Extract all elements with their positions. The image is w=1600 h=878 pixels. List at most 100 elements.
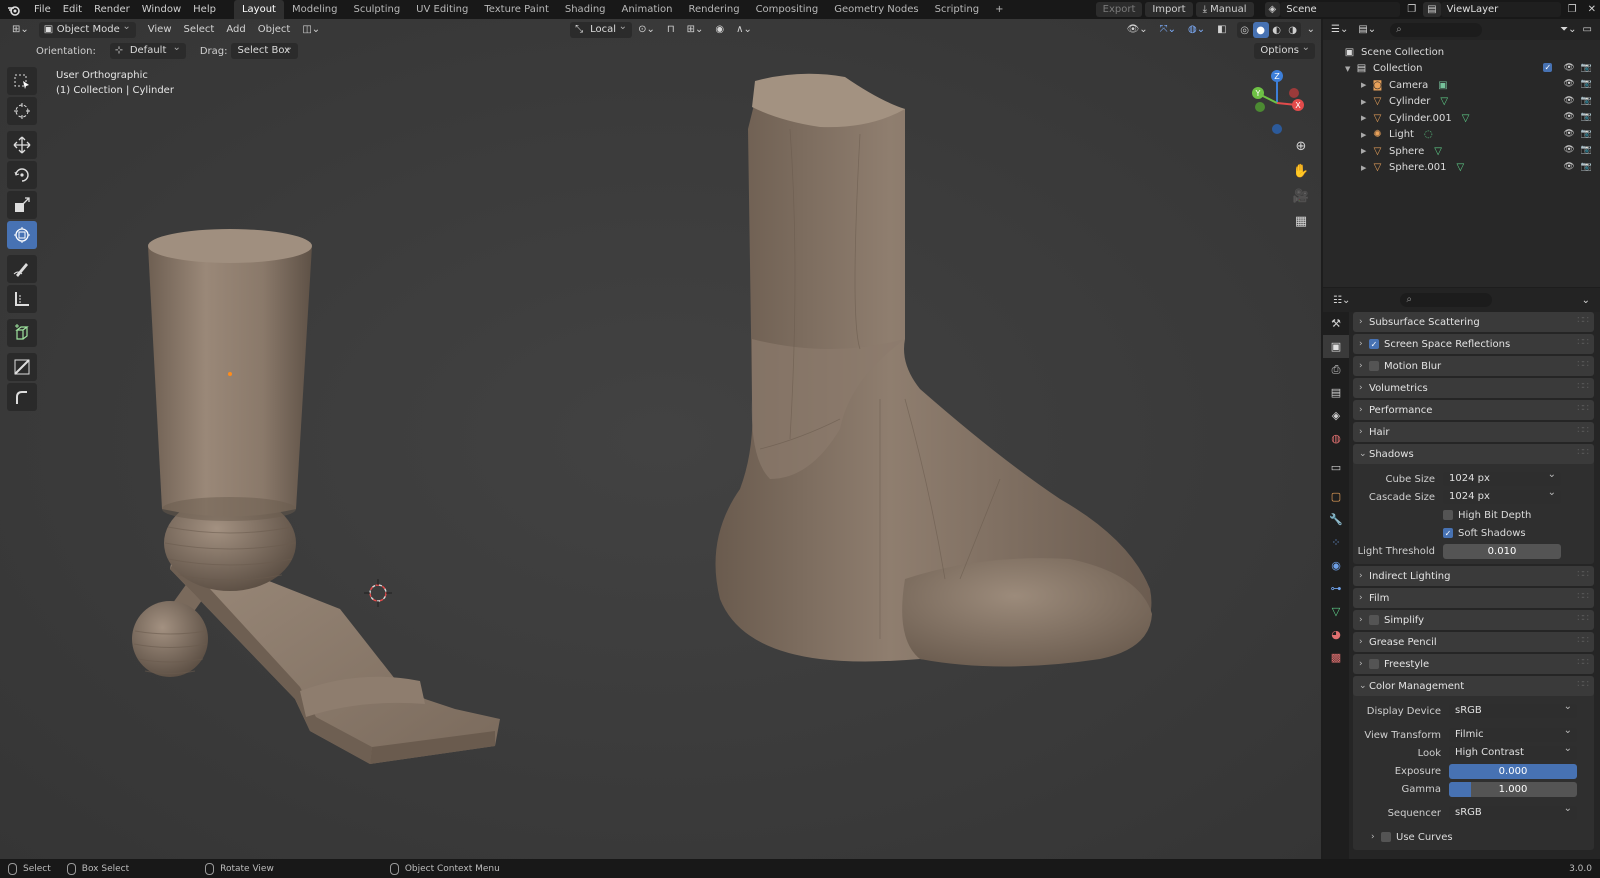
- panel-options-icon[interactable]: ⌄: [1582, 295, 1590, 306]
- export-button[interactable]: Export: [1096, 2, 1143, 17]
- panel-volumetrics[interactable]: › Volumetrics ∷∷: [1353, 378, 1594, 398]
- light-threshold-field[interactable]: 0.010: [1443, 544, 1561, 559]
- panel-film[interactable]: › Film ∷∷: [1353, 588, 1594, 608]
- bend-tool[interactable]: [7, 383, 37, 411]
- outliner-search-input[interactable]: ⌕: [1390, 23, 1482, 37]
- expand-arrow-icon[interactable]: ▶: [1361, 114, 1371, 122]
- physics-tab-icon[interactable]: ◉: [1323, 554, 1349, 577]
- view-layer-tab-icon[interactable]: ▤: [1323, 381, 1349, 404]
- expand-arrow-icon[interactable]: ▶: [1361, 164, 1371, 172]
- render-camera-icon[interactable]: 📷: [1581, 162, 1592, 172]
- pan-hand-icon[interactable]: ✋: [1289, 159, 1313, 183]
- drag-grip-icon[interactable]: ∷∷: [1577, 679, 1588, 690]
- data-tab-icon[interactable]: ▽: [1323, 600, 1349, 623]
- render-tab-icon[interactable]: ▣: [1323, 335, 1349, 358]
- output-tab-icon[interactable]: ⎙: [1323, 358, 1349, 381]
- tab-modeling[interactable]: Modeling: [284, 0, 346, 19]
- tab-animation[interactable]: Animation: [614, 0, 681, 19]
- eye-icon[interactable]: 👁: [1563, 129, 1574, 139]
- pivot-point-icon[interactable]: ⊙⌄: [632, 22, 661, 38]
- menu-help[interactable]: Help: [187, 0, 222, 19]
- display-mode-icon[interactable]: ▤⌄: [1358, 24, 1376, 35]
- outliner-editor-icon[interactable]: ☰⌄: [1331, 24, 1348, 35]
- modifier-tab-icon[interactable]: 🔧: [1323, 508, 1349, 531]
- filter-icon[interactable]: ⏷⌄: [1560, 24, 1576, 35]
- menu-render[interactable]: Render: [88, 0, 136, 19]
- navigation-gizmo[interactable]: Z X Y: [1246, 67, 1308, 137]
- view-layer-icon[interactable]: ▤: [1423, 2, 1440, 17]
- eye-icon[interactable]: 👁: [1563, 162, 1574, 172]
- tab-uv-editing[interactable]: UV Editing: [408, 0, 476, 19]
- display-device-dropdown[interactable]: sRGB: [1449, 704, 1577, 718]
- texture-tab-icon[interactable]: ▩: [1323, 646, 1349, 669]
- rendered-shading-icon[interactable]: ◑: [1285, 22, 1301, 38]
- freestyle-checkbox[interactable]: [1369, 659, 1379, 669]
- gamma-slider[interactable]: 1.000: [1449, 782, 1577, 797]
- scene-tab-icon[interactable]: ◈: [1323, 404, 1349, 427]
- prosthetic-model[interactable]: [132, 229, 500, 764]
- transform-tool[interactable]: [7, 221, 37, 249]
- visibility-icon[interactable]: 👁⌄: [1121, 22, 1154, 38]
- transform-orientation-dropdown[interactable]: ⤡ Local: [570, 22, 632, 38]
- measure-tool[interactable]: [7, 285, 37, 313]
- view-layer-field[interactable]: ViewLayer: [1441, 2, 1561, 17]
- panel-indirect-lighting[interactable]: › Indirect Lighting ∷∷: [1353, 566, 1594, 586]
- drag-grip-icon[interactable]: ∷∷: [1577, 403, 1588, 414]
- eye-icon[interactable]: 👁: [1563, 112, 1574, 122]
- outliner-item-cylinder-001[interactable]: ▶ ▽ Cylinder.001 ▽ 👁📷: [1323, 110, 1600, 127]
- properties-editor-icon[interactable]: ☷⌄: [1333, 295, 1350, 306]
- remove-view-layer-icon[interactable]: ✕: [1584, 2, 1600, 17]
- overlays-icon[interactable]: ◍⌄: [1182, 22, 1211, 38]
- drag-grip-icon[interactable]: ∷∷: [1577, 591, 1588, 602]
- look-dropdown[interactable]: High Contrast: [1449, 746, 1577, 760]
- 3d-viewport[interactable]: ⊞⌄ ▣ Object Mode View Select Add Object …: [0, 19, 1321, 859]
- solid-shading-icon[interactable]: ●: [1253, 22, 1269, 38]
- drag-grip-icon[interactable]: ∷∷: [1577, 447, 1588, 458]
- menu-window[interactable]: Window: [136, 0, 187, 19]
- rotate-tool[interactable]: [7, 161, 37, 189]
- drag-grip-icon[interactable]: ∷∷: [1577, 569, 1588, 580]
- drag-dropdown[interactable]: Select Box: [231, 43, 298, 59]
- scene-selector-icon[interactable]: ◈: [1265, 2, 1281, 17]
- orientation-dropdown[interactable]: ⊹ Default: [110, 43, 186, 59]
- drag-grip-icon[interactable]: ∷∷: [1577, 425, 1588, 436]
- move-tool[interactable]: [7, 131, 37, 159]
- world-tab-icon[interactable]: ◍: [1323, 427, 1349, 450]
- cursor-tool[interactable]: [7, 97, 37, 125]
- menu-select[interactable]: Select: [178, 22, 221, 38]
- tab-compositing[interactable]: Compositing: [748, 0, 827, 19]
- mode-dropdown[interactable]: ▣ Object Mode: [39, 22, 136, 38]
- drag-grip-icon[interactable]: ∷∷: [1577, 337, 1588, 348]
- panel-grease-pencil[interactable]: › Grease Pencil ∷∷: [1353, 632, 1594, 652]
- snap-target-icon[interactable]: ⊞⌄: [681, 22, 710, 38]
- sphere-001-mesh[interactable]: [132, 601, 208, 677]
- cube-size-dropdown[interactable]: 1024 px: [1443, 472, 1561, 486]
- motion-blur-checkbox[interactable]: [1369, 361, 1379, 371]
- tab-scripting[interactable]: Scripting: [927, 0, 987, 19]
- render-camera-icon[interactable]: 📷: [1581, 145, 1592, 155]
- gizmo-neg-x[interactable]: [1289, 88, 1299, 98]
- expand-arrow-icon[interactable]: ▶: [1361, 81, 1371, 89]
- add-workspace-button[interactable]: +: [987, 0, 1011, 19]
- camera-view-icon[interactable]: 🎥: [1289, 184, 1313, 208]
- drag-grip-icon[interactable]: ∷∷: [1577, 613, 1588, 624]
- render-camera-icon[interactable]: 📷: [1581, 129, 1592, 139]
- 3d-cursor[interactable]: [364, 579, 392, 607]
- scene-name-field[interactable]: Scene: [1280, 2, 1400, 17]
- gizmo-toggle-icon[interactable]: ◫⌄: [296, 22, 326, 38]
- select-box-tool[interactable]: [7, 67, 37, 95]
- simplify-checkbox[interactable]: [1369, 615, 1379, 625]
- render-camera-icon[interactable]: 📷: [1581, 112, 1592, 122]
- tab-texture-paint[interactable]: Texture Paint: [476, 0, 557, 19]
- render-camera-icon[interactable]: 📷: [1581, 79, 1592, 89]
- collection-tab-icon[interactable]: ▭: [1323, 456, 1349, 479]
- menu-object[interactable]: Object: [252, 22, 297, 38]
- panel-color-management[interactable]: ⌄ Color Management ∷∷: [1353, 676, 1594, 696]
- panel-simplify[interactable]: › Simplify ∷∷: [1353, 610, 1594, 630]
- drag-grip-icon[interactable]: ∷∷: [1577, 359, 1588, 370]
- tab-sculpting[interactable]: Sculpting: [345, 0, 408, 19]
- manual-button[interactable]: ⤓ Manual: [1196, 2, 1254, 17]
- expand-arrow-icon[interactable]: ▶: [1361, 98, 1371, 106]
- tab-layout[interactable]: Layout: [234, 0, 284, 19]
- import-button[interactable]: Import: [1145, 2, 1192, 17]
